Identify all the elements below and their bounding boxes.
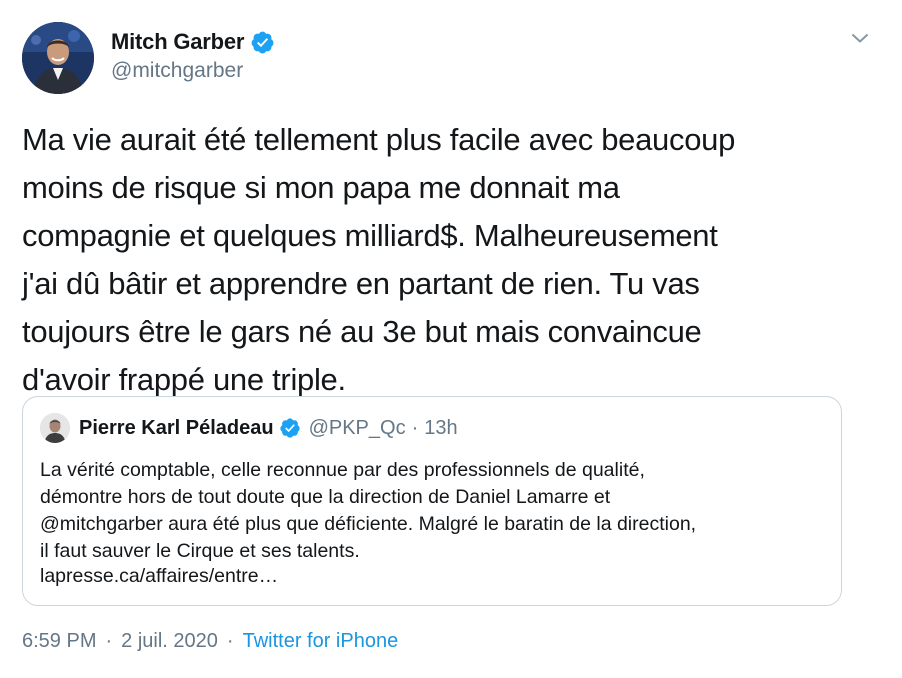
tweet-source-link[interactable]: Twitter for iPhone: [243, 630, 399, 653]
author-handle[interactable]: @mitchgarber: [111, 59, 243, 83]
separator-dot: ·: [105, 630, 113, 652]
quoted-tweet-card[interactable]: Pierre Karl Péladeau @PKP_Qc · 13h La vé…: [22, 396, 842, 606]
quoted-tweet-header: Pierre Karl Péladeau @PKP_Qc · 13h: [40, 413, 458, 443]
separator-dot: ·: [226, 630, 234, 652]
chevron-down-icon: [851, 31, 869, 49]
quoted-tweet-text: La vérité comptable, celle reconnue par …: [40, 459, 697, 562]
quoted-author-handle: @PKP_Qc: [308, 416, 406, 439]
quoted-author-avatar: [40, 413, 70, 443]
separator-dot: ·: [411, 416, 419, 439]
author-avatar[interactable]: [22, 22, 94, 94]
tweet: Mitch Garber @mitchgarber Ma vie aurait …: [0, 0, 902, 678]
author-name[interactable]: Mitch Garber: [111, 29, 244, 55]
quoted-tweet-time[interactable]: 13h: [424, 417, 457, 440]
tweet-time[interactable]: 6:59 PM: [22, 630, 96, 653]
verified-badge-icon: [279, 417, 301, 439]
tweet-text: Ma vie aurait été tellement plus facile …: [22, 122, 736, 397]
quoted-author-name: Pierre Karl Péladeau: [79, 416, 274, 439]
more-options-button[interactable]: [846, 28, 874, 52]
verified-badge-icon: [250, 30, 275, 55]
tweet-metadata: 6:59 PM · 2 juil. 2020 · Twitter for iPh…: [22, 630, 398, 653]
tweet-date[interactable]: 2 juil. 2020: [121, 630, 218, 653]
quoted-tweet-link[interactable]: lapresse.ca/affaires/entre…: [40, 565, 278, 588]
author-name-row[interactable]: Mitch Garber: [111, 27, 275, 57]
